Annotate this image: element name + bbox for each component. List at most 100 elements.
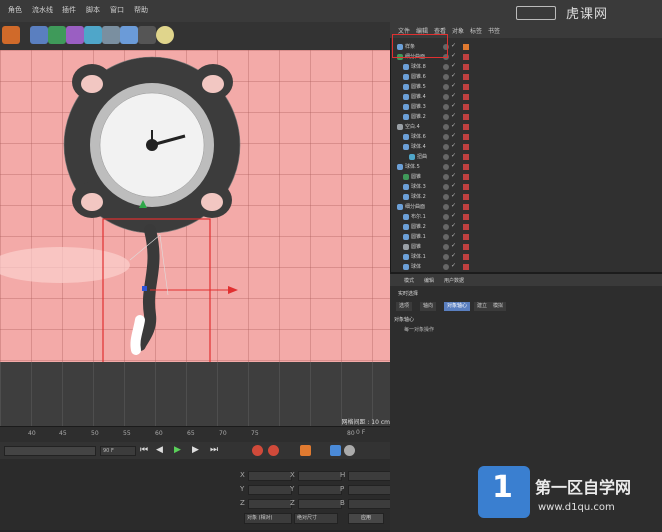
object-row[interactable]: 圆锥.2 ✓ [391, 112, 661, 122]
array-icon[interactable] [84, 26, 102, 44]
coord-mode-select[interactable]: 对象 (相对) [244, 513, 292, 524]
object-row[interactable]: 圆锥.3 ✓ [391, 102, 661, 112]
visibility-icon[interactable] [443, 164, 449, 170]
material-tag-icon[interactable] [463, 184, 469, 190]
object-row[interactable]: 细分曲面 ✓ [391, 202, 661, 212]
coord-size-y-field[interactable] [298, 485, 342, 495]
material-tag-icon[interactable] [463, 54, 469, 60]
go-end-icon[interactable]: ⏭ [210, 445, 218, 455]
object-row[interactable]: 圆锥.2 ✓ [391, 222, 661, 232]
light-icon[interactable] [156, 26, 174, 44]
menu-script[interactable]: 脚本 [86, 5, 100, 15]
object-row[interactable]: 球体.5 ✓ [391, 162, 661, 172]
visibility-icon[interactable] [443, 224, 449, 230]
tab-options[interactable]: 选项 [396, 302, 413, 311]
visibility-icon[interactable] [443, 154, 449, 160]
object-row[interactable]: 圆锥.1 ✓ [391, 232, 661, 242]
camera-icon[interactable] [138, 26, 156, 44]
coord-rot-p-field[interactable] [348, 485, 392, 495]
object-row[interactable]: 球体.1 ✓ [391, 252, 661, 262]
enable-check-icon[interactable]: ✓ [451, 132, 456, 139]
visibility-icon[interactable] [443, 134, 449, 140]
object-row[interactable]: 扭曲 ✓ [391, 152, 661, 162]
material-tag-icon[interactable] [463, 264, 469, 270]
visibility-icon[interactable] [443, 174, 449, 180]
coord-size-z-field[interactable] [298, 499, 342, 509]
enable-check-icon[interactable]: ✓ [451, 182, 456, 189]
enable-check-icon[interactable]: ✓ [451, 262, 456, 269]
attr-menu-userdata[interactable]: 用户数据 [444, 277, 464, 284]
object-row[interactable]: 圆锥.5 ✓ [391, 82, 661, 92]
visibility-icon[interactable] [443, 234, 449, 240]
param-icon[interactable] [344, 445, 355, 456]
om-menu-tags[interactable]: 标签 [470, 26, 482, 35]
visibility-icon[interactable] [443, 204, 449, 210]
material-tag-icon[interactable] [463, 44, 469, 50]
visibility-icon[interactable] [443, 74, 449, 80]
material-tag-icon[interactable] [463, 114, 469, 120]
timeline-ruler[interactable]: 40 45 50 55 60 65 70 75 80 0 F [0, 426, 390, 443]
coord-rot-h-field[interactable] [348, 471, 392, 481]
coord-rot-b-field[interactable] [348, 499, 392, 509]
visibility-icon[interactable] [443, 114, 449, 120]
visibility-icon[interactable] [443, 194, 449, 200]
visibility-icon[interactable] [443, 94, 449, 100]
visibility-icon[interactable] [443, 144, 449, 150]
visibility-icon[interactable] [443, 124, 449, 130]
enable-check-icon[interactable]: ✓ [451, 232, 456, 239]
enable-check-icon[interactable]: ✓ [451, 72, 456, 79]
enable-check-icon[interactable]: ✓ [451, 252, 456, 259]
object-row[interactable]: 球体.3 ✓ [391, 182, 661, 192]
object-row[interactable]: 球体.6 ✓ [391, 132, 661, 142]
material-tag-icon[interactable] [463, 124, 469, 130]
om-menu-object[interactable]: 对象 [452, 26, 464, 35]
material-tag-icon[interactable] [463, 244, 469, 250]
visibility-icon[interactable] [443, 104, 449, 110]
material-tag-icon[interactable] [463, 204, 469, 210]
render-icon[interactable] [2, 26, 20, 44]
enable-check-icon[interactable]: ✓ [451, 142, 456, 149]
enable-check-icon[interactable]: ✓ [451, 242, 456, 249]
viewport[interactable] [0, 50, 390, 362]
attr-menu-mode[interactable]: 模式 [404, 277, 414, 284]
material-tag-icon[interactable] [463, 254, 469, 260]
coord-size-x-field[interactable] [298, 471, 342, 481]
enable-check-icon[interactable]: ✓ [451, 52, 456, 59]
enable-check-icon[interactable]: ✓ [451, 102, 456, 109]
enable-check-icon[interactable]: ✓ [451, 162, 456, 169]
per-object-option[interactable]: 每一对象操作 [404, 326, 434, 333]
enable-check-icon[interactable]: ✓ [451, 92, 456, 99]
visibility-icon[interactable] [443, 84, 449, 90]
timeline-slider[interactable] [4, 446, 96, 456]
object-row[interactable]: 布尔.1 ✓ [391, 212, 661, 222]
menu-help[interactable]: 帮助 [134, 5, 148, 15]
record-icon[interactable] [252, 445, 263, 456]
material-tag-icon[interactable] [463, 164, 469, 170]
object-row[interactable]: 球体.8 ✓ [391, 62, 661, 72]
material-tag-icon[interactable] [463, 234, 469, 240]
tab-build[interactable]: 建立 [474, 302, 491, 311]
object-row[interactable]: 圆锥.6 ✓ [391, 72, 661, 82]
cube-icon[interactable] [30, 26, 48, 44]
go-start-icon[interactable]: ⏮ [140, 445, 148, 455]
attr-menu-edit[interactable]: 编辑 [424, 277, 434, 284]
frame-field[interactable]: 90 F [100, 446, 136, 456]
enable-check-icon[interactable]: ✓ [451, 192, 456, 199]
prev-frame-icon[interactable]: ◀ [156, 445, 163, 455]
menu-plugins[interactable]: 插件 [62, 5, 76, 15]
tab-axis[interactable]: 轴向 [420, 302, 437, 311]
material-tag-icon[interactable] [463, 214, 469, 220]
coord-size-select[interactable]: 绝对尺寸 [294, 513, 338, 524]
enable-check-icon[interactable]: ✓ [451, 202, 456, 209]
material-tag-icon[interactable] [463, 134, 469, 140]
enable-check-icon[interactable]: ✓ [451, 222, 456, 229]
object-row[interactable]: 圆锥 ✓ [391, 242, 661, 252]
enable-check-icon[interactable]: ✓ [451, 212, 456, 219]
material-tag-icon[interactable] [463, 64, 469, 70]
visibility-icon[interactable] [443, 64, 449, 70]
tab-simulate[interactable]: 模拟 [490, 302, 507, 311]
visibility-icon[interactable] [443, 264, 449, 270]
keyframe-icon[interactable] [300, 445, 311, 456]
object-row[interactable]: 圆锥 ✓ [391, 172, 661, 182]
subdivision-icon[interactable] [66, 26, 84, 44]
